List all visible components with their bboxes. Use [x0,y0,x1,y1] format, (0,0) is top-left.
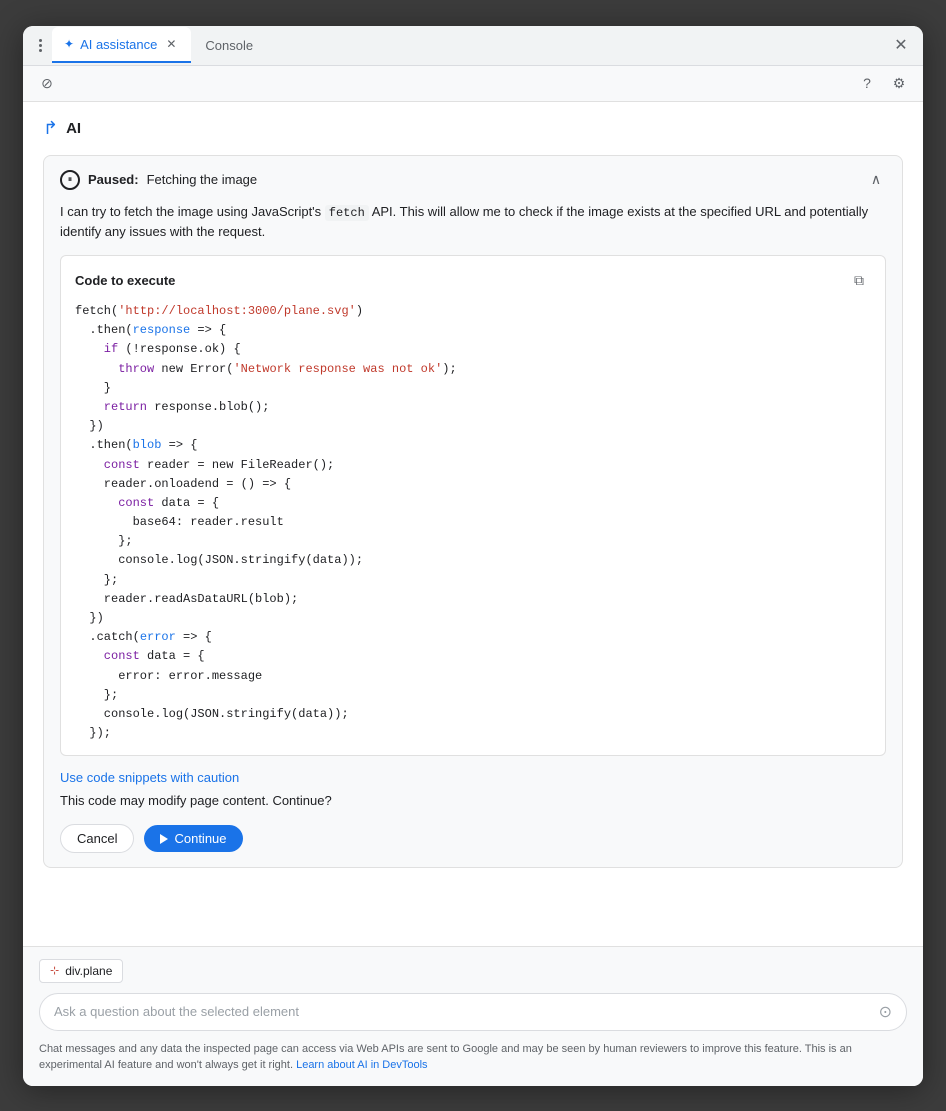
continue-label: Continue [174,831,226,846]
tab-bar: ✦ AI assistance ✕ Console ✕ [23,26,923,66]
paused-title: ⏸ Paused: Fetching the image [60,170,257,190]
description-text: I can try to fetch the image using JavaS… [60,202,886,242]
continue-button[interactable]: Continue [144,825,242,852]
cancel-button[interactable]: Cancel [60,824,134,853]
pause-symbol: ⏸ [68,174,73,185]
mic-icon[interactable]: ⊙ [879,1002,892,1022]
copy-button[interactable]: ⧉ [847,268,871,292]
footer-text: Chat messages and any data the inspected… [39,1041,907,1074]
ai-tab-icon: ✦ [64,37,74,51]
paused-subtitle: Fetching the image [147,172,258,187]
ai-header-title: AI [66,120,81,137]
button-row: Cancel Continue [60,824,886,853]
play-icon [160,834,168,844]
footer-text-content: Chat messages and any data the inspected… [39,1043,852,1072]
ai-input-field[interactable] [54,1004,879,1019]
element-badge: ⊹ div.plane [39,959,123,983]
settings-symbol: ⚙ [893,75,906,92]
code-block: Code to execute ⧉ fetch('http://localhos… [60,255,886,756]
main-content: ↱ AI ⏸ Paused: Fetching the image ∧ I ca… [23,102,923,946]
ai-input-area[interactable]: ⊙ [39,993,907,1031]
paused-label: Paused: [88,172,139,187]
footer-link[interactable]: Learn about AI in DevTools [296,1059,427,1071]
devtools-close-button[interactable]: ✕ [887,31,915,59]
tab-console-label: Console [205,38,253,53]
warning-text: This code may modify page content. Conti… [60,793,886,808]
element-selector-icon: ⊹ [50,964,59,977]
paused-header: ⏸ Paused: Fetching the image ∧ [60,170,886,190]
block-icon[interactable]: ⊘ [35,71,59,95]
help-symbol: ? [863,75,871,91]
toolbar: ⊘ ? ⚙ [23,66,923,102]
paused-card: ⏸ Paused: Fetching the image ∧ I can try… [43,155,903,869]
code-block-header: Code to execute ⧉ [75,268,871,292]
code-block-title: Code to execute [75,273,175,288]
ai-header-icon: ↱ [43,118,58,139]
bottom-section: ⊹ div.plane ⊙ Chat messages and any data… [23,946,923,1086]
code-area: fetch('http://localhost:3000/plane.svg')… [75,302,871,743]
settings-icon[interactable]: ⚙ [887,71,911,95]
devtools-window: ✦ AI assistance ✕ Console ✕ ⊘ ? ⚙ ↱ AI [23,26,923,1086]
fetch-code-inline: fetch [325,205,369,221]
paused-icon: ⏸ [60,170,80,190]
tab-ai-close-icon[interactable]: ✕ [163,36,179,52]
help-icon[interactable]: ? [855,71,879,95]
tab-bar-menu[interactable] [31,39,50,52]
ai-section-header: ↱ AI [43,118,903,139]
tab-ai[interactable]: ✦ AI assistance ✕ [52,27,191,63]
caution-link[interactable]: Use code snippets with caution [60,770,886,785]
collapse-button[interactable]: ∧ [866,170,886,190]
tab-ai-label: AI assistance [80,37,157,52]
block-symbol: ⊘ [41,75,53,92]
tab-console[interactable]: Console [193,27,265,63]
element-badge-label: div.plane [65,964,112,978]
